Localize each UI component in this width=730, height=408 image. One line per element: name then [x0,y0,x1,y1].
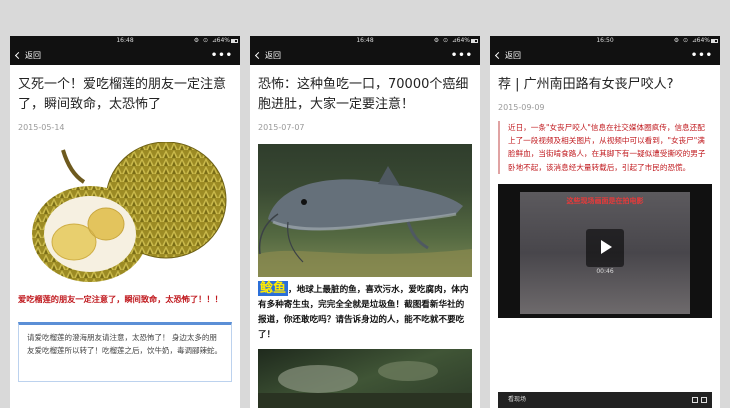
article-date: 2015-05-14 [18,123,65,132]
battery-icon [471,39,478,43]
red-caption: 爱吃榴莲的朋友一定注意了，瞬间致命，太恐怖了！！！ [18,294,223,304]
more-menu-button[interactable]: ••• [211,46,233,65]
battery-percent: 64% [696,37,710,44]
video-player[interactable]: 这些现场画面是在拍电影 00:46 [498,183,712,318]
nav-bar: 返回 ••• [250,46,480,65]
paragraph-body: ，地球上最脏的鱼，喜欢污水，爱吃腐肉，体内有多种寄生虫，完完全全就是垃圾鱼！截图… [258,285,469,340]
nav-bar: 返回 ••• [490,46,720,65]
back-button[interactable]: 返回 [494,46,521,65]
article-date: 2015-09-09 [498,103,545,112]
quote-block: 近日，一条"女丧尸咬人"信息在社交媒体圈疯传，信息还配上了一段视频及相关图片，从… [498,121,712,174]
phone-screenshot-durian: 16:48 ⚙ ⊙ ⊿ 64% 返回 ••• 又死一个！爱吃榴莲的朋友一定注意了… [10,36,240,408]
back-label: 返回 [505,51,521,60]
signal-icon: ⚙ ⊙ ⊿ [193,37,218,44]
status-bar: 16:50 ⚙ ⊙ ⊿ 64% [490,36,720,46]
chevron-left-icon [254,51,263,60]
battery-percent: 64% [216,37,230,44]
back-label: 返回 [265,51,281,60]
more-menu-button[interactable]: ••• [691,46,713,65]
phone-screenshot-zombie: 16:50 ⚙ ⊙ ⊿ 64% 返回 ••• 荐 | 广州南田路有女丧尸咬人? … [490,36,720,408]
second-image [258,349,472,408]
article-date: 2015-07-07 [258,123,305,132]
signal-icon: ⚙ ⊙ ⊿ [433,37,458,44]
status-bar: 16:48 ⚙ ⊙ ⊿ 64% [10,36,240,46]
more-menu-button[interactable]: ••• [451,46,473,65]
catfish-image [258,144,472,277]
back-label: 返回 [25,51,41,60]
mini-bar-label: 看现场 [508,396,527,403]
signal-icon: ⚙ ⊙ ⊿ [673,37,698,44]
back-button[interactable]: 返回 [14,46,41,65]
quote-box: 请爱吃榴莲的澄海朋友请注意，太恐怖了！ 身边太多的朋友爱吃榴莲所以转了！吃榴莲之… [18,322,232,382]
video-duration: 00:46 [596,267,614,275]
video-caption: 这些现场画面是在拍电影 [566,196,644,205]
phone-screenshot-catfish: 16:48 ⚙ ⊙ ⊿ 64% 返回 ••• 恐怖：这种鱼吃一口，70000个癌… [250,36,480,408]
durian-image [18,141,232,287]
status-bar: 16:48 ⚙ ⊙ ⊿ 64% [250,36,480,46]
highlight-word: 鲶鱼 [258,281,289,296]
article-paragraph: 鲶鱼 ，地球上最脏的鱼，喜欢污水，爱吃腐肉，体内有多种寄生虫，完完全全就是垃圾鱼！… [258,281,472,343]
article-title: 恐怖：这种鱼吃一口，70000个癌细胞进肚，大家一定要注意！ [258,77,469,112]
battery-icon [231,39,238,43]
nav-bar: 返回 ••• [10,46,240,65]
chevron-left-icon [494,51,503,60]
back-button[interactable]: 返回 [254,46,281,65]
battery-icon [711,39,718,43]
article-title: 荐 | 广州南田路有女丧尸咬人? [498,77,674,92]
article-title: 又死一个！爱吃榴莲的朋友一定注意了，瞬间致命，太恐怖了 [18,77,227,112]
share-icon[interactable] [692,397,698,403]
mini-bar-icons [692,392,707,403]
fullscreen-icon[interactable] [701,397,707,403]
chevron-left-icon [14,51,23,60]
battery-percent: 64% [456,37,470,44]
mini-video-bar[interactable]: 看现场 [498,392,712,408]
play-icon[interactable] [586,228,624,267]
